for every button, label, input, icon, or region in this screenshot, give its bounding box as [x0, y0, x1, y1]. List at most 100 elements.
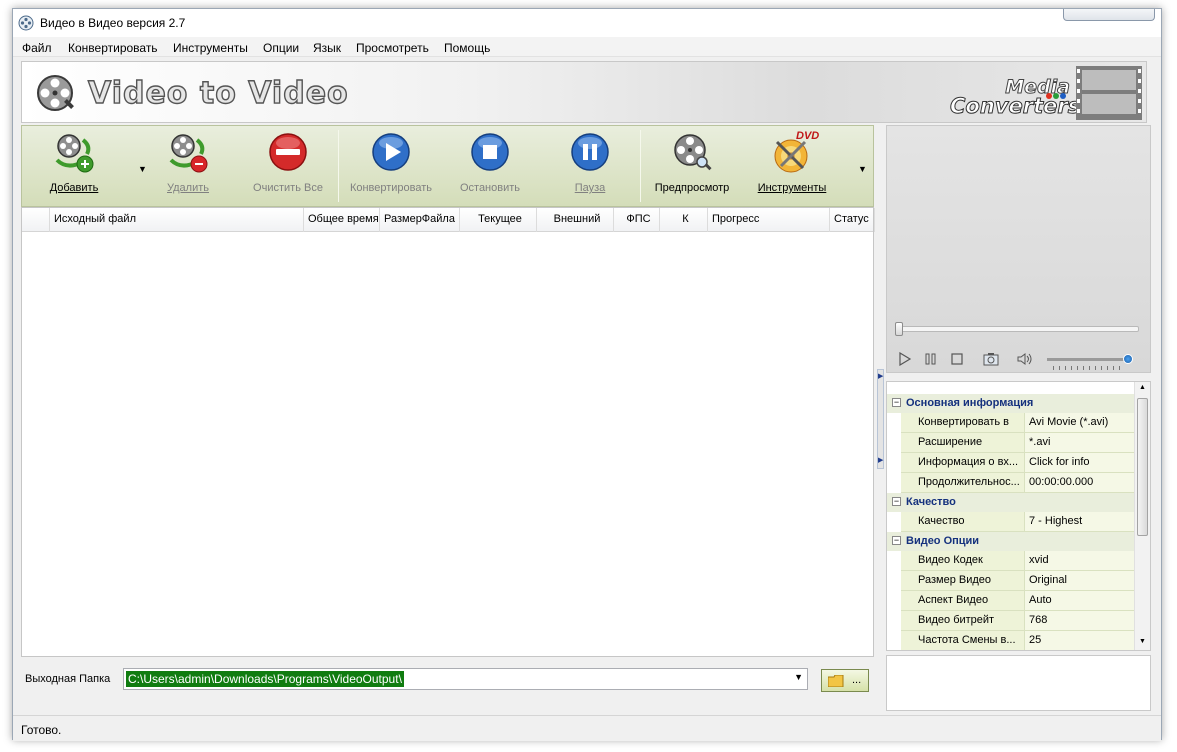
col-check[interactable] — [22, 208, 50, 232]
property-row[interactable]: Продолжительнос... 00:00:00.000 — [901, 473, 1135, 493]
category-quality[interactable]: − Качество — [887, 493, 1135, 512]
scrollbar-thumb[interactable] — [1137, 398, 1148, 536]
camera-icon[interactable] — [983, 352, 999, 366]
volume-slider-thumb[interactable] — [1123, 354, 1133, 364]
panel-splitter[interactable]: ▶ ▶ — [877, 369, 884, 469]
add-dropdown-arrow[interactable]: ▼ — [138, 164, 147, 174]
property-row[interactable]: Информация о вх... Click for info — [901, 453, 1135, 473]
seek-slider-track[interactable] — [897, 326, 1139, 332]
main-toolbar: Добавить ▼ Удалить Очистить Все Конверти… — [21, 125, 874, 207]
folder-icon — [828, 675, 844, 687]
property-value[interactable]: Click for info — [1029, 453, 1090, 472]
menu-convert[interactable]: Конвертировать — [68, 41, 158, 55]
category-label: Видео Опции — [906, 535, 980, 547]
add-file-icon — [55, 134, 94, 173]
property-description-box — [886, 655, 1151, 711]
convert-button[interactable]: Конвертировать — [346, 130, 436, 200]
volume-icon[interactable] — [1017, 352, 1033, 366]
file-list-table[interactable]: Исходный файл Общее время РазмерФайла Те… — [21, 207, 875, 657]
add-button[interactable]: Добавить — [36, 130, 112, 200]
browse-folder-button[interactable]: ... — [821, 669, 869, 692]
menu-options[interactable]: Опции — [263, 41, 299, 55]
preview-label: Предпросмотр — [654, 182, 730, 194]
property-name: Частота Смены в... — [901, 631, 1025, 650]
col-file-size[interactable]: РазмерФайла — [380, 208, 460, 232]
category-basic-info[interactable]: − Основная информация — [887, 394, 1135, 413]
clear-all-label: Очистить Все — [253, 182, 323, 194]
scroll-up-icon[interactable]: ▲ — [1139, 384, 1146, 391]
property-row[interactable]: Размер Видео Original — [901, 571, 1135, 591]
chevron-down-icon[interactable]: ▼ — [794, 672, 803, 682]
property-name: Расширение — [901, 433, 1025, 452]
property-value[interactable]: Original — [1029, 571, 1067, 590]
browse-label: ... — [852, 674, 862, 686]
property-value[interactable]: Avi Movie (*.avi) — [1029, 413, 1108, 432]
collapse-toggle-icon[interactable]: − — [892, 536, 901, 545]
pause-control-icon[interactable] — [923, 352, 939, 366]
output-folder-path[interactable]: C:\Users\admin\Downloads\Programs\VideoO… — [126, 671, 404, 687]
filmstrip-icon — [1076, 66, 1142, 120]
property-value[interactable]: 768 — [1029, 611, 1047, 630]
remove-label: Удалить — [167, 182, 209, 194]
pause-icon — [571, 133, 609, 171]
property-value[interactable]: 00:00:00.000 — [1029, 473, 1093, 492]
remove-button[interactable]: Удалить — [150, 130, 226, 200]
clear-all-button[interactable]: Очистить Все — [250, 130, 326, 200]
collapse-toggle-icon[interactable]: − — [892, 497, 901, 506]
col-source-file[interactable]: Исходный файл — [50, 208, 304, 232]
volume-slider-track[interactable] — [1047, 358, 1131, 361]
stop-label: Остановить — [459, 182, 521, 194]
col-k[interactable]: К — [660, 208, 708, 232]
window-controls[interactable] — [1063, 9, 1155, 21]
tools-button[interactable]: DVD Инструменты — [750, 130, 834, 200]
output-folder-combobox[interactable]: C:\Users\admin\Downloads\Programs\VideoO… — [123, 668, 808, 690]
preview-reel-icon — [674, 134, 712, 171]
title-bar: Видео в Видео версия 2.7 — [13, 9, 1161, 37]
col-total-time[interactable]: Общее время — [304, 208, 380, 232]
property-row[interactable]: Конвертировать в Avi Movie (*.avi) — [901, 413, 1135, 433]
col-fps[interactable]: ФПС — [614, 208, 660, 232]
col-progress[interactable]: Прогресс — [708, 208, 830, 232]
property-value[interactable]: 7 - Highest — [1029, 512, 1082, 531]
toolbar-separator — [640, 130, 641, 202]
category-video-options[interactable]: − Видео Опции — [887, 532, 1135, 551]
property-value[interactable]: xvid — [1029, 551, 1049, 570]
property-row[interactable]: Аспект Видео Auto — [901, 591, 1135, 611]
property-value[interactable]: Auto — [1029, 591, 1052, 610]
col-status[interactable]: Статус — [830, 208, 875, 232]
property-name: Видео битрейт — [901, 611, 1025, 630]
property-row[interactable]: Видео Кодек xvid — [901, 551, 1135, 571]
pause-label: Пауза — [574, 182, 606, 194]
stop-button[interactable]: Остановить — [452, 130, 528, 200]
property-value[interactable]: 25 — [1029, 631, 1041, 650]
menu-view[interactable]: Просмотреть — [356, 41, 429, 55]
property-value[interactable]: *.avi — [1029, 433, 1050, 452]
property-grid-scrollbar[interactable]: ▲ ▼ — [1134, 382, 1150, 650]
stop-control-icon[interactable] — [949, 352, 965, 366]
menu-help[interactable]: Помощь — [444, 41, 490, 55]
pause-button[interactable]: Пауза — [552, 130, 628, 200]
property-row[interactable]: Частота Смены в... 25 — [901, 631, 1135, 650]
video-preview-area — [886, 125, 1151, 373]
scroll-down-icon[interactable]: ▼ — [1139, 638, 1146, 645]
col-external[interactable]: Внешний — [537, 208, 614, 232]
output-folder-row: Выходная Папка C:\Users\admin\Downloads\… — [21, 659, 874, 699]
col-current[interactable]: Текущее — [460, 208, 537, 232]
property-row[interactable]: Расширение *.avi — [901, 433, 1135, 453]
play-control-icon[interactable] — [897, 352, 913, 366]
stop-icon — [471, 133, 509, 171]
preview-button[interactable]: Предпросмотр — [650, 130, 734, 200]
splitter-arrow-top: ▶ — [878, 373, 884, 380]
menu-language[interactable]: Язык — [313, 41, 341, 55]
menu-bar: Файл Конвертировать Инструменты Опции Яз… — [13, 37, 1161, 57]
property-row[interactable]: Видео битрейт 768 — [901, 611, 1135, 631]
menu-file[interactable]: Файл — [22, 41, 52, 55]
menu-tools[interactable]: Инструменты — [173, 41, 248, 55]
seek-slider-thumb[interactable] — [895, 322, 903, 336]
property-row[interactable]: Качество 7 - Highest — [901, 512, 1135, 532]
property-name: Конвертировать в — [901, 413, 1025, 432]
collapse-toggle-icon[interactable]: − — [892, 398, 901, 407]
toolbar-separator — [338, 130, 339, 202]
tools-dropdown-arrow[interactable]: ▼ — [858, 164, 867, 174]
no-entry-icon — [269, 133, 307, 171]
